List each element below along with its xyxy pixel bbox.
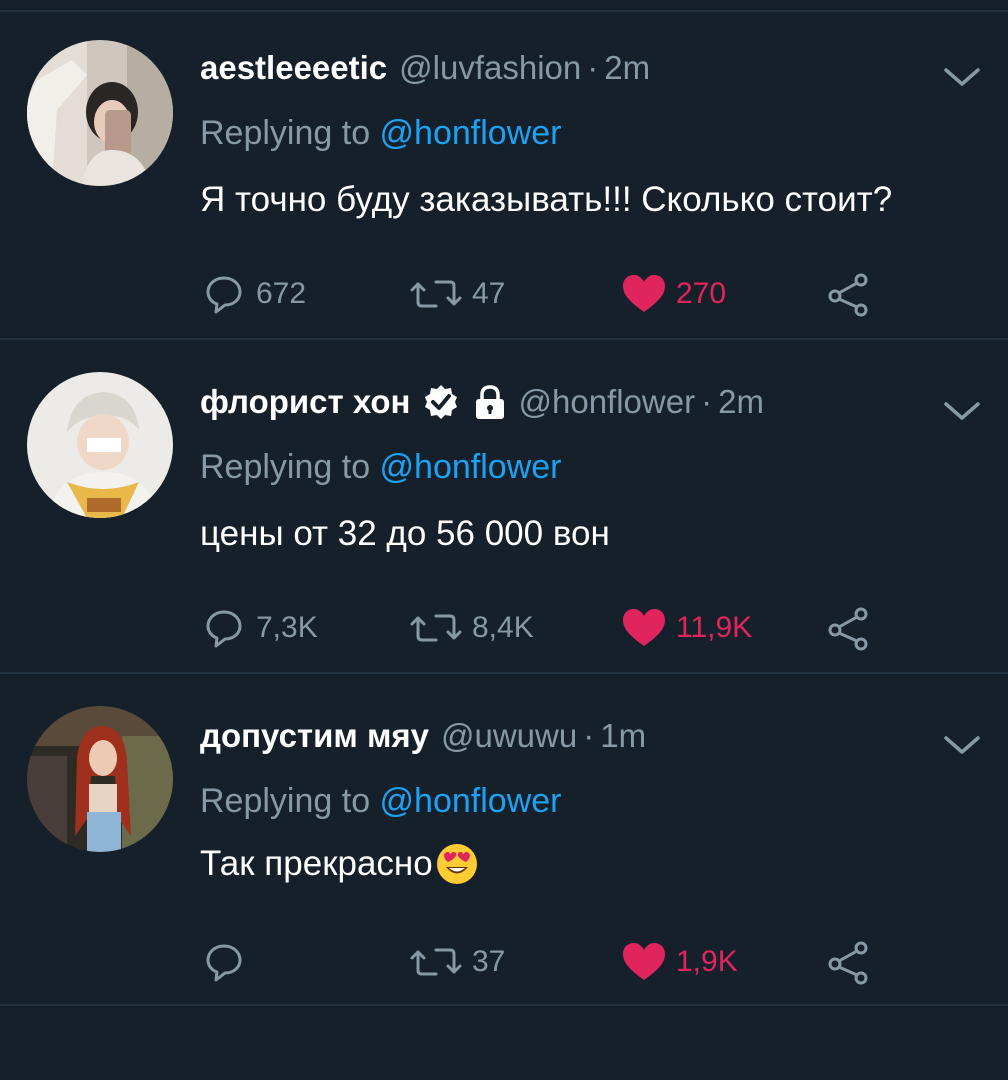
retweet-count: 8,4K	[472, 611, 534, 644]
heart-filled-icon	[623, 943, 665, 980]
retweet-arrows-icon	[410, 948, 462, 976]
heart-filled-icon	[623, 275, 665, 312]
like-count: 270	[676, 277, 727, 310]
tweet[interactable]: допустим мяу @uwuwu · 1m Replying to @ho…	[0, 674, 1008, 1008]
reply-feed: aestleeeetic @luvfashion · 2m Replying t…	[0, 0, 1008, 1080]
share-nodes-icon	[828, 607, 868, 651]
tweet-body: Я точно буду заказывать!!! Сколько стоит…	[200, 180, 893, 219]
chevron-down-icon[interactable]	[940, 62, 984, 92]
separator-dot: ·	[587, 49, 599, 86]
tweet-header: aestleeeetic @luvfashion · 2m	[200, 46, 650, 90]
retweet-arrows-icon	[410, 280, 462, 308]
like-count: 11,9K	[676, 611, 753, 644]
reply-count: 672	[256, 277, 307, 310]
verified-badge-icon	[424, 385, 457, 419]
replying-to: Replying to @honflower	[200, 114, 561, 153]
chevron-down-icon[interactable]	[940, 730, 984, 760]
like-count: 1,9K	[676, 945, 738, 978]
display-name[interactable]: флорист хон	[200, 383, 411, 421]
tweet-text: Так прекрасно	[200, 842, 479, 886]
tweet-text: Я точно буду заказывать!!! Сколько стоит…	[200, 180, 892, 220]
retweet-button[interactable]: 37	[408, 938, 505, 986]
divider	[0, 1004, 1008, 1006]
mention-link[interactable]: @honflower	[380, 448, 562, 486]
reply-button[interactable]: 672	[200, 270, 306, 318]
speech-bubble-icon	[206, 944, 242, 982]
replying-prefix: Replying to	[200, 448, 380, 486]
display-name[interactable]: aestleeeetic	[200, 49, 387, 87]
retweet-arrows-icon	[410, 614, 462, 642]
tweet[interactable]: флорист хон @honflower · 2m Replying to …	[0, 340, 1008, 674]
heart-filled-icon	[623, 609, 665, 646]
share-nodes-icon	[828, 273, 868, 317]
reply-count: 7,3K	[256, 611, 318, 644]
like-button[interactable]: 270	[620, 270, 726, 318]
retweet-count: 47	[472, 277, 506, 310]
tweet-body: Так прекрасно	[200, 844, 433, 883]
tweet-header: допустим мяу @uwuwu · 1m	[200, 714, 646, 758]
user-handle[interactable]: @honflower	[519, 383, 696, 421]
share-nodes-icon	[828, 941, 868, 985]
timestamp[interactable]: 2m	[718, 383, 764, 421]
mention-link[interactable]: @honflower	[380, 114, 562, 152]
heart-eyes-emoji-icon	[436, 844, 477, 884]
user-handle[interactable]: @uwuwu	[441, 717, 577, 755]
user-handle[interactable]: @luvfashion	[399, 49, 581, 87]
tweet-text: цены от 32 до 56 000 вон	[200, 514, 610, 554]
action-bar: 7,3K 8,4K 11,9K	[200, 604, 900, 652]
share-button[interactable]	[825, 604, 873, 652]
action-bar: 37 1,9K	[200, 938, 900, 986]
mention-link[interactable]: @honflower	[380, 782, 562, 820]
share-button[interactable]	[825, 938, 873, 986]
avatar[interactable]	[27, 706, 173, 852]
tweet[interactable]: aestleeeetic @luvfashion · 2m Replying t…	[0, 0, 1008, 340]
timestamp[interactable]: 1m	[600, 717, 646, 755]
avatar[interactable]	[27, 40, 173, 186]
avatar[interactable]	[27, 372, 173, 518]
retweet-count: 37	[472, 945, 506, 978]
separator-dot: ·	[701, 383, 713, 420]
retweet-button[interactable]: 8,4K	[408, 604, 534, 652]
like-button[interactable]: 1,9K	[620, 938, 738, 986]
speech-bubble-icon	[206, 276, 242, 314]
retweet-button[interactable]: 47	[408, 270, 505, 318]
action-bar: 672 47 270	[200, 270, 900, 318]
separator-dot: ·	[583, 717, 595, 754]
display-name[interactable]: допустим мяу	[200, 717, 429, 755]
reply-button[interactable]	[200, 938, 256, 986]
replying-prefix: Replying to	[200, 782, 380, 820]
reply-button[interactable]: 7,3K	[200, 604, 318, 652]
timestamp[interactable]: 2m	[604, 49, 650, 87]
tweet-header: флорист хон @honflower · 2m	[200, 380, 764, 424]
replying-prefix: Replying to	[200, 114, 380, 152]
like-button[interactable]: 11,9K	[620, 604, 752, 652]
chevron-down-icon[interactable]	[940, 396, 984, 426]
tweet-body: цены от 32 до 56 000 вон	[200, 514, 610, 553]
share-button[interactable]	[825, 270, 873, 318]
lock-icon	[475, 385, 504, 419]
speech-bubble-icon	[206, 610, 242, 648]
replying-to: Replying to @honflower	[200, 448, 561, 487]
replying-to: Replying to @honflower	[200, 782, 561, 821]
